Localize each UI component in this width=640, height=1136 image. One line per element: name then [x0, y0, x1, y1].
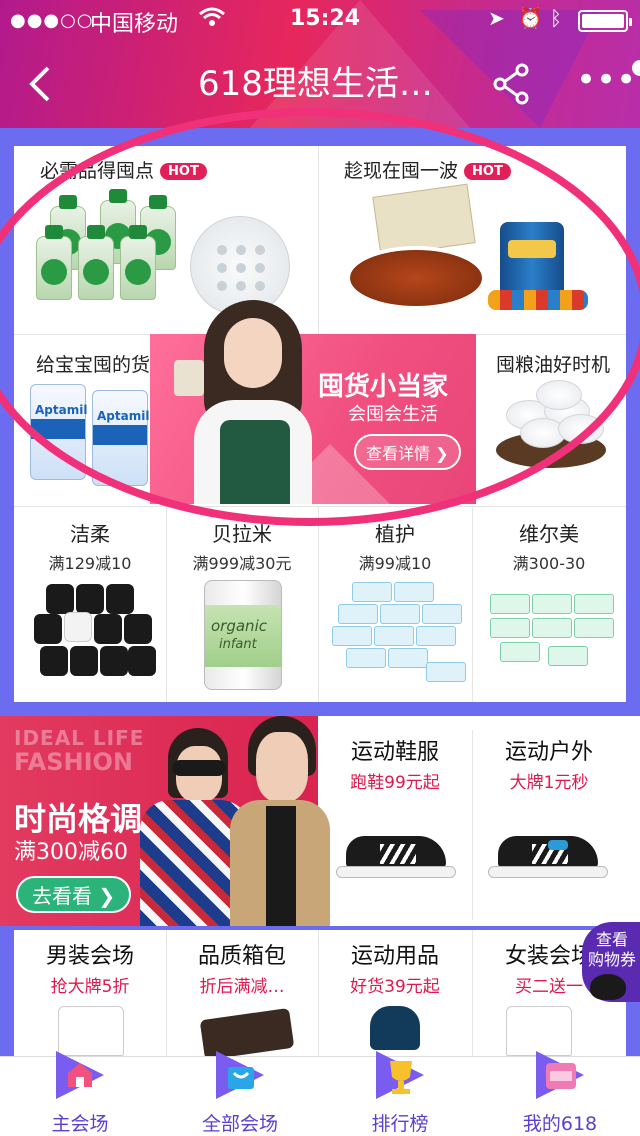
brand-offer: 满99减10	[358, 554, 432, 573]
cell-grain-oil[interactable]: 囤粮油好时机	[496, 350, 610, 377]
location-icon: ➤	[488, 6, 505, 30]
share-icon[interactable]	[490, 62, 534, 106]
more-icon: •••	[576, 60, 637, 100]
swimsuit-image	[370, 1006, 420, 1050]
brand-offer: 满129减10	[48, 554, 132, 573]
category-subtitle: 抢大牌5折	[50, 977, 130, 997]
formula-can-image: organic infant	[204, 580, 282, 690]
tab-main-venue[interactable]: 主会场	[0, 1051, 160, 1136]
model-photo	[174, 300, 330, 504]
brand-offer: 满300-30	[512, 554, 586, 573]
alarm-icon: ⏰	[518, 6, 543, 30]
tab-rankings[interactable]: 排行榜	[320, 1051, 480, 1136]
brand-zhihu[interactable]: 植护	[318, 518, 472, 547]
trophy-icon	[376, 1051, 424, 1099]
section-outdoor[interactable]: 运动户外	[472, 734, 626, 766]
category-subtitle: 折后满减…	[199, 977, 285, 997]
section-sports-apparel[interactable]: 运动鞋服	[318, 734, 472, 766]
fashion-subtitle: 满300减60	[14, 840, 128, 865]
page-title: 618理想生活…	[198, 64, 433, 104]
home-icon	[56, 1051, 104, 1099]
hot-badge: HOT	[160, 163, 207, 180]
shopping-bag-icon	[216, 1051, 264, 1099]
view-coupons-button[interactable]: 查看 购物券	[582, 922, 640, 1002]
section-subtitle: 大牌1元秒	[509, 773, 589, 793]
sneaker-image	[336, 836, 456, 882]
carrier-name: 中国移动	[90, 12, 179, 37]
back-button[interactable]	[26, 62, 56, 114]
outdoor-shoe-image	[488, 836, 608, 882]
tab-my-618[interactable]: 我的618	[480, 1051, 640, 1136]
cell-stockup-now[interactable]: 趁现在囤一波 HOT	[344, 156, 511, 183]
wifi-icon	[198, 6, 226, 34]
brand-bellamy[interactable]: 贝拉米	[166, 518, 318, 547]
promo-title: 囤货小当家	[318, 372, 449, 402]
cell-necessities[interactable]: 必需品得囤点 HOT	[40, 156, 207, 183]
signal-strength-icon: ●●●○○	[10, 10, 94, 31]
section-subtitle: 跑鞋99元起	[350, 773, 440, 793]
category-sports-goods[interactable]: 运动用品	[318, 938, 472, 970]
bottom-tab-bar: 主会场 全部会场 排行榜 我的618	[0, 1051, 640, 1136]
bluetooth-icon: ᛒ	[550, 6, 562, 30]
promo-subtitle: 会囤会生活	[348, 404, 438, 425]
battery-icon	[578, 10, 632, 32]
go-see-button[interactable]: 去看看 ❯	[16, 876, 132, 913]
tab-all-venues[interactable]: 全部会场	[160, 1051, 320, 1136]
category-bags[interactable]: 品质箱包	[166, 938, 318, 970]
brand-vinda[interactable]: 维尔美	[472, 518, 626, 547]
gift-618-icon	[536, 1051, 584, 1099]
status-time: 15:24	[290, 6, 361, 31]
brand-offer: 满999减30元	[192, 554, 292, 573]
brand-jierou[interactable]: 洁柔	[14, 518, 166, 547]
category-subtitle: 好货39元起	[350, 977, 440, 997]
category-menswear[interactable]: 男装会场	[14, 938, 166, 970]
more-button[interactable]: •••	[576, 60, 640, 100]
tmall-cat-icon	[590, 974, 626, 1000]
cell-baby-goods[interactable]: 给宝宝囤的货	[36, 350, 150, 377]
status-bar: ●●●○○ 中国移动 15:24 ➤ ⏰ ᛒ	[0, 0, 640, 40]
view-details-button[interactable]: 查看详情 ❯	[354, 434, 461, 470]
notification-dot	[632, 60, 640, 76]
hot-badge: HOT	[464, 163, 511, 180]
